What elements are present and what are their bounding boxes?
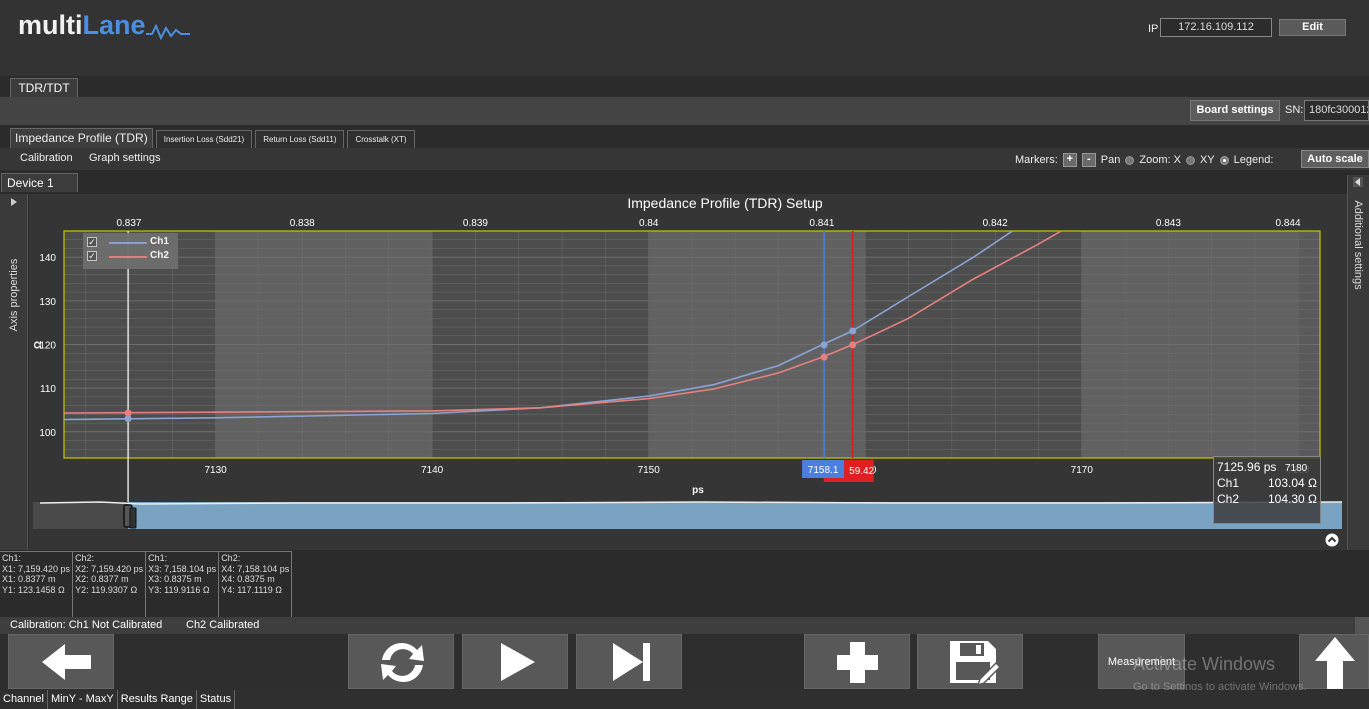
- x-tick-label: 7140: [421, 465, 444, 476]
- legend-ch2-swatch: [109, 256, 147, 258]
- calibration-status-bar: Calibration: Ch1 Not Calibrated Ch2 Cali…: [0, 617, 1369, 634]
- marker-data-table: Ch1: X1: 7,159.420 ps X1: 0.8377 m Y1: 123.…: [0, 551, 349, 617]
- results-footer: Channel MinY - MaxY Results Range Status: [0, 690, 1369, 709]
- x-tick-label: 7150: [638, 465, 661, 476]
- arrow-left-icon: [42, 644, 91, 680]
- readout-ch1-value: 103.04 Ω: [1267, 476, 1317, 490]
- cursor-overlap-tick: 7180: [1285, 463, 1308, 474]
- ch2-calibration-status: Ch2 Calibrated: [186, 619, 260, 631]
- save-icon: [950, 641, 1002, 687]
- top-tick-label: 0.841: [809, 218, 834, 229]
- top-tick-label: 0.839: [463, 218, 488, 229]
- top-tick-label: 0.842: [983, 218, 1008, 229]
- overview-unselected: [33, 502, 128, 529]
- marker-col-1: Ch1: X1: 7,159.420 ps X1: 0.8377 m Y1: 123.…: [0, 551, 74, 617]
- marker-col-4: Ch2: X4: 7,158.104 ps X4: 0.8375 m Y4: 117.…: [219, 551, 293, 617]
- footer-miny-maxy[interactable]: MinY - MaxY: [48, 690, 118, 709]
- panel-resize-icon[interactable]: [1355, 617, 1369, 634]
- footer-results-range[interactable]: Results Range: [118, 690, 197, 709]
- ch1-calibration-status: Calibration: Ch1 Not Calibrated: [10, 619, 163, 631]
- cursor-readout: 7125.96 ps 7180 Ch1 103.04 Ω Ch2 104.30 Ω: [1213, 456, 1321, 524]
- chart-title: Impedance Profile (TDR) Setup: [627, 195, 823, 211]
- top-tick-label: 0.84: [639, 218, 659, 229]
- top-tick-label: 0.843: [1156, 218, 1181, 229]
- marker-2-flag: 59.42: [849, 466, 874, 477]
- add-button[interactable]: [804, 634, 910, 689]
- back-button[interactable]: [8, 634, 114, 689]
- readout-ch2-value: 104.30 Ω: [1267, 492, 1317, 506]
- impedance-chart[interactable]: Impedance Profile (TDR) Setup 0.837 0.838 0…: [0, 0, 1369, 550]
- arrow-up-icon: [1315, 637, 1355, 689]
- scroll-up-icon[interactable]: [1325, 533, 1339, 547]
- x-axis-label: ps: [692, 485, 704, 496]
- upload-button[interactable]: [1299, 634, 1369, 689]
- legend-ch2-checkbox[interactable]: ✓: [87, 251, 97, 261]
- top-tick-label: 0.837: [116, 218, 141, 229]
- marker-col-2: Ch2: X2: 7,159.420 ps X2: 0.8377 m Y2: 119.…: [73, 551, 147, 617]
- chart-legend: ✓ Ch1 ✓ Ch2: [83, 233, 178, 269]
- overview-strip: [33, 502, 1342, 529]
- save-button[interactable]: [917, 634, 1023, 689]
- y-axis-label: Ω: [33, 341, 44, 349]
- legend-ch2-label: Ch2: [150, 250, 169, 261]
- footer-status[interactable]: Status: [197, 690, 236, 709]
- y-tick-label: 130: [39, 297, 56, 308]
- run-button[interactable]: [462, 634, 568, 689]
- x-tick-label: 7130: [204, 465, 227, 476]
- readout-ch2: Ch2: [1217, 492, 1240, 506]
- marker-point-x2: [849, 341, 857, 349]
- plus-icon: [837, 642, 878, 683]
- refresh-button[interactable]: [348, 634, 454, 689]
- readout-ch1: Ch1: [1217, 476, 1240, 490]
- y-tick-label: 100: [39, 428, 56, 439]
- step-button[interactable]: [576, 634, 682, 689]
- legend-ch1-checkbox[interactable]: ✓: [87, 237, 97, 247]
- legend-ch1-label: Ch1: [150, 236, 169, 247]
- marker-col-3: Ch1: X3: 7,158.104 ps X3: 0.8375 m Y3: 119.…: [146, 551, 220, 617]
- cursor-point-ch2: [124, 409, 132, 417]
- cursor-x-value: 7125.96 ps: [1217, 460, 1277, 474]
- legend-ch1-swatch: [109, 242, 147, 244]
- top-tick-label: 0.838: [290, 218, 315, 229]
- marker-point-x1: [849, 327, 857, 335]
- y-tick-label: 110: [40, 384, 56, 395]
- footer-channel[interactable]: Channel: [0, 690, 48, 709]
- marker-point-x3: [820, 341, 828, 349]
- x-tick-label: 7170: [1071, 465, 1094, 476]
- skip-next-icon: [613, 643, 650, 681]
- activate-windows-title: Activate Windows: [1133, 654, 1276, 674]
- top-tick-label: 0.844: [1275, 218, 1300, 229]
- refresh-icon: [381, 642, 424, 683]
- play-icon: [501, 643, 535, 681]
- y-tick-label: 140: [39, 253, 56, 264]
- marker-1-flag: 7158.1: [808, 465, 839, 476]
- marker-point-x4: [820, 353, 828, 361]
- overview-handle-right: [129, 507, 137, 529]
